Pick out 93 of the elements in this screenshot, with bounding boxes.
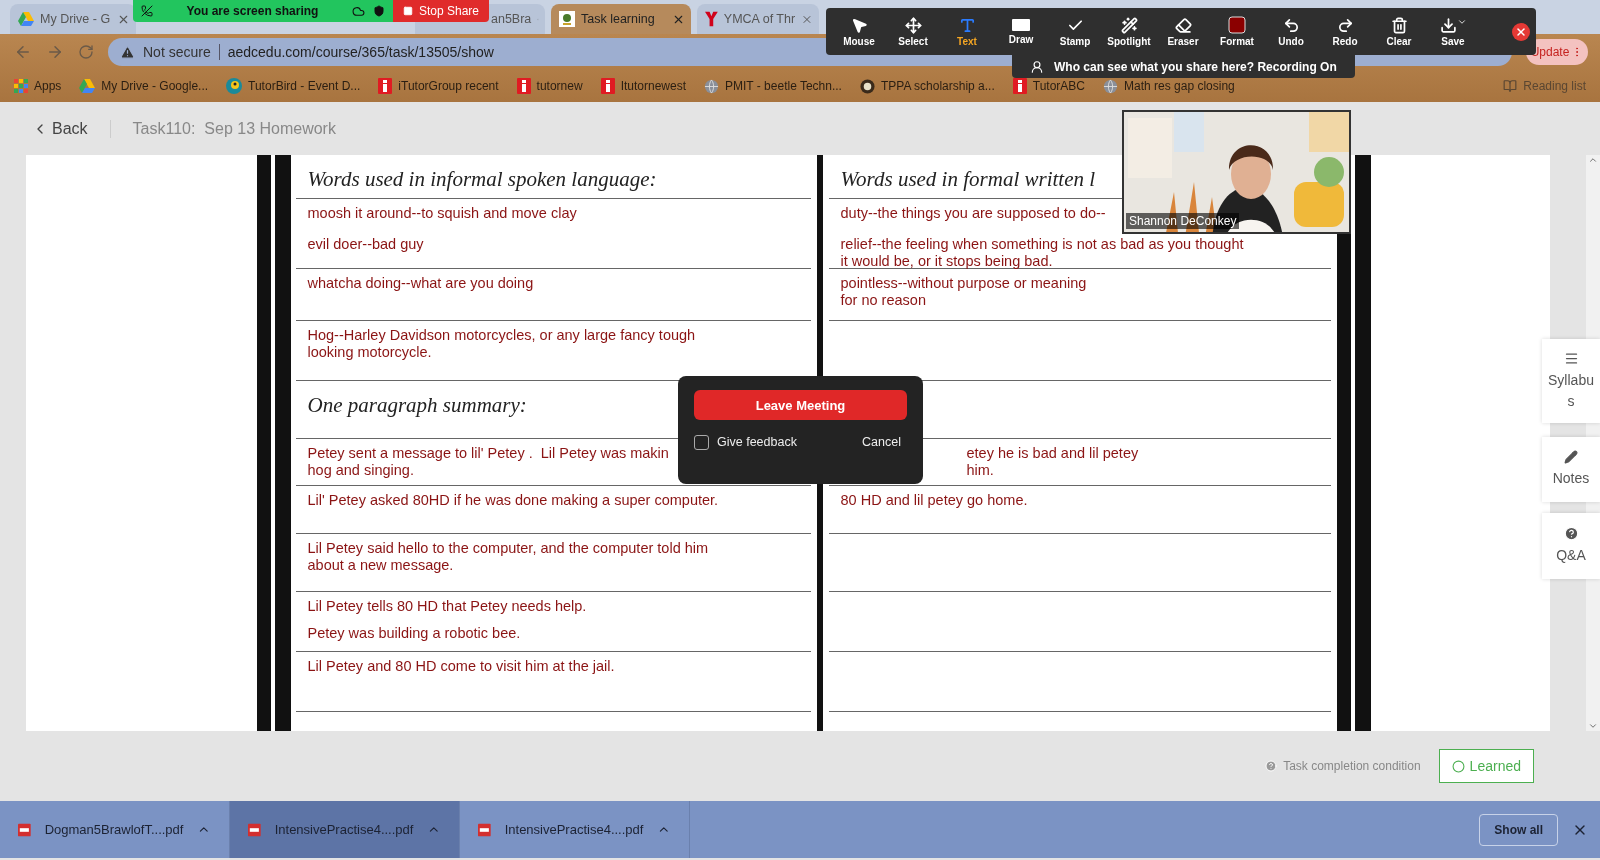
section-heading: Words used in formal written l: [840, 167, 1096, 192]
page-title: Task110: Sep 13 Homework: [132, 119, 336, 138]
answer-text: Lil' Petey asked 80HD if he was done making a super computer.: [307, 492, 719, 509]
bookmark[interactable]: TPPA scholarship a...: [859, 78, 995, 94]
stop-share-button[interactable]: Stop Share: [393, 0, 490, 22]
answer-text: pointless--without purpose or meaning for no reason: [840, 275, 1087, 309]
pdf-icon: [478, 822, 491, 837]
scroll-up-icon[interactable]: [1588, 155, 1598, 165]
help-icon: [1265, 760, 1278, 772]
answer-text: 80 HD and lil petey go home.: [840, 492, 1028, 509]
bookmark[interactable]: iTutorGroup recent: [378, 78, 499, 94]
forward-arrow-icon[interactable]: [46, 43, 64, 61]
answer-text: duty--the things you are supposed to do--: [840, 205, 1106, 222]
side-tab[interactable]: Notes: [1542, 437, 1600, 502]
phone-icon: [141, 5, 153, 17]
text-icon: [958, 16, 976, 34]
leave-meeting-button[interactable]: Leave Meeting: [694, 390, 907, 420]
show-all-button[interactable]: Show all: [1479, 813, 1558, 846]
crest-icon: [859, 78, 875, 94]
i-logo-icon: [600, 78, 615, 94]
shield-icon: [373, 5, 385, 17]
answer-text: Lil Petey said hello to the computer, and the computer told him about a new message.: [307, 540, 709, 574]
answer-text: Petey was building a robotic bee.: [307, 625, 521, 642]
drive-icon: [18, 12, 34, 26]
i-logo-icon: [1012, 78, 1027, 94]
answer-text: etey he is bad and lil petey him.: [966, 445, 1139, 479]
help-icon: [1563, 526, 1579, 541]
scroll-down-icon[interactable]: [1588, 721, 1598, 731]
security-label: Not secure: [143, 44, 220, 60]
sharing-banner: You are screen sharing: [133, 0, 393, 22]
section-heading: One paragraph summary:: [307, 393, 527, 418]
reload-icon[interactable]: [78, 44, 94, 60]
bookmark[interactable]: My Drive - Google...: [79, 79, 209, 93]
learned-button[interactable]: Learned: [1438, 749, 1534, 783]
section-heading: Words used in informal spoken language:: [307, 167, 657, 192]
cloud-icon: [352, 4, 365, 18]
pointer-icon: [850, 16, 868, 34]
url-text: aedcedu.com/course/365/task/13505/show: [227, 44, 494, 60]
logo-icon: [559, 11, 575, 27]
move-icon: [904, 16, 922, 34]
bookmark[interactable]: TutorABC: [1012, 78, 1086, 94]
bookmark[interactable]: Itutornewest: [600, 78, 686, 94]
recording-notice[interactable]: Who can see what you share here? Recording On: [1012, 55, 1355, 78]
side-tab[interactable]: Syllabus: [1542, 339, 1600, 423]
stop-icon: [403, 6, 413, 16]
pdf-icon: [248, 822, 261, 837]
download-item[interactable]: IntensivePractise4....pdf: [460, 801, 690, 858]
wand-icon: [1120, 16, 1138, 34]
bookmark[interactable]: PMIT - beetle Techn...: [704, 78, 842, 94]
undo-icon: [1282, 16, 1300, 34]
i-logo-icon: [378, 78, 393, 94]
redo-icon: [1336, 16, 1354, 34]
menu-icon: [1563, 350, 1579, 366]
warning-icon: [120, 44, 135, 60]
apps-grid-icon: [14, 79, 28, 93]
answer-text: moosh it around--to squish and move clay: [307, 205, 577, 222]
browser-tab[interactable]: Task learning: [551, 4, 691, 34]
bird-icon: [226, 78, 243, 94]
answer-text: Lil Petey tells 80 HD that Petey needs help.: [307, 598, 587, 615]
trash-icon: [1390, 16, 1408, 34]
answer-text: whatcha doing--what are you doing: [307, 275, 534, 292]
user-icon: [1030, 59, 1044, 74]
answer-text: Petey sent a message to lil' Petey . Lil Petey was makin hog and singing.: [307, 445, 669, 479]
pencil-icon: [1564, 450, 1578, 464]
answer-text: evil doer--bad guy: [307, 236, 424, 253]
save-icon: [1439, 16, 1467, 34]
globe-icon: [1103, 78, 1119, 94]
answer-text: relief--the feeling when something is not as bad as you thought it would be, or it stops being bad.: [840, 236, 1244, 270]
side-tab[interactable]: Q&A: [1542, 513, 1600, 579]
globe-icon: [704, 78, 719, 94]
browser-tab[interactable]: My Drive - G: [10, 4, 136, 34]
back-link[interactable]: Back: [32, 119, 111, 138]
feedback-checkbox[interactable]: Give feedback: [694, 434, 797, 450]
rectangle-icon: [1012, 18, 1030, 32]
book-icon: [1503, 79, 1518, 93]
answer-text: Hog--Harley Davidson motorcycles, or any large fancy tough looking motorcycle.: [307, 327, 696, 361]
i-logo-icon: [516, 78, 531, 94]
browser-tab[interactable]: YMCA of Thr: [697, 4, 819, 34]
bookmark[interactable]: tutornew: [516, 78, 583, 94]
completion-condition[interactable]: Task completion condition: [1265, 759, 1421, 773]
bookmark[interactable]: TutorBird - Event D...: [226, 78, 361, 94]
cancel-button[interactable]: Cancel: [856, 434, 907, 450]
drive-icon: [79, 79, 96, 93]
bookmark[interactable]: Apps: [14, 79, 62, 93]
download-item[interactable]: IntensivePractise4....pdf: [230, 801, 460, 858]
eraser-icon: [1174, 16, 1192, 34]
y-logo-icon: [705, 11, 718, 27]
answer-text: Lil Petey and 80 HD come to visit him at the jail.: [307, 658, 615, 675]
pdf-icon: [18, 822, 31, 837]
bookmark[interactable]: Math res gap closing: [1103, 78, 1235, 94]
circle-icon: [1451, 759, 1465, 773]
participant-name: Shannon DeConkey: [1126, 213, 1240, 229]
color-swatch-icon: [1228, 16, 1246, 34]
